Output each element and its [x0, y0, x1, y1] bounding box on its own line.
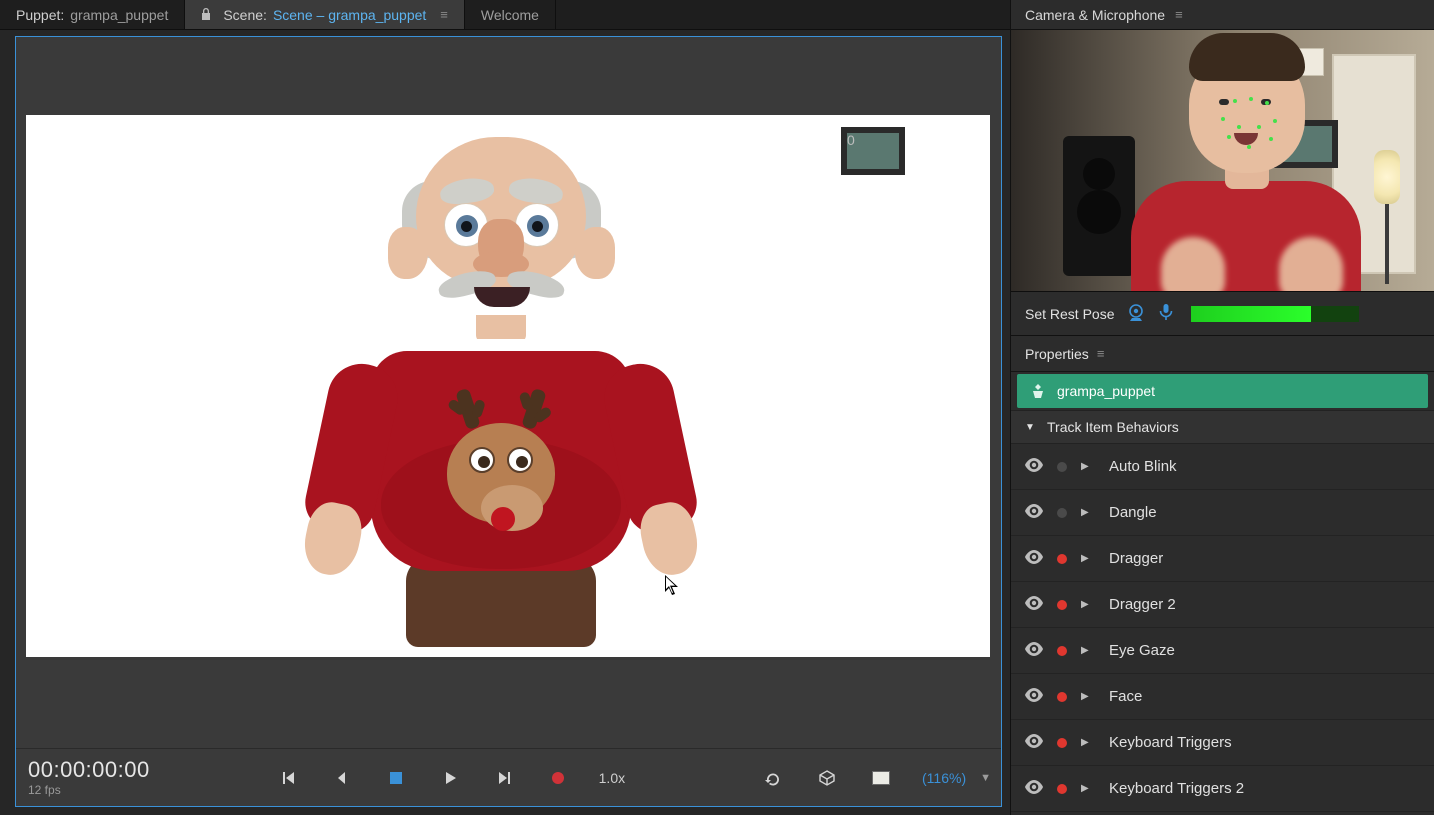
loop-button[interactable] — [750, 762, 796, 794]
triangle-right-icon[interactable]: ▶ — [1081, 507, 1091, 518]
tab-scene[interactable]: Scene: Scene – grampa_puppet ≡ — [185, 0, 465, 29]
tab-bar: Puppet: grampa_puppet Scene: Scene – gra… — [0, 0, 1010, 30]
puppet-icon — [1031, 384, 1045, 398]
step-back-button[interactable] — [319, 762, 365, 794]
chevron-down-icon[interactable]: ▼ — [980, 772, 991, 784]
side-column: Camera & Microphone ≡ Set Rest Pose — [1010, 0, 1434, 815]
hamburger-icon[interactable]: ≡ — [1097, 346, 1105, 361]
arm-record-toggle[interactable] — [1057, 462, 1067, 472]
transport-bar: 00:00:00:00 0 12 fps 1.0x — [16, 748, 1001, 806]
camera-feed[interactable] — [1011, 30, 1434, 292]
behavior-row[interactable]: ▶ Dragger — [1011, 536, 1434, 582]
behavior-list: ▶ Auto Blink ▶ Dangle ▶ Dragger ▶ Dragger 2 ▶ Eye… — [1011, 444, 1434, 812]
tab-puppet-name: grampa_puppet — [70, 7, 168, 23]
tab-puppet-prefix: Puppet: — [16, 7, 64, 23]
behavior-row[interactable]: ▶ Dragger 2 — [1011, 582, 1434, 628]
visibility-icon[interactable] — [1025, 550, 1043, 567]
go-to-start-button[interactable] — [265, 762, 311, 794]
playback-speed[interactable]: 1.0x — [589, 770, 635, 786]
main-column: Puppet: grampa_puppet Scene: Scene – gra… — [0, 0, 1010, 815]
zoom-level[interactable]: (116%) — [922, 770, 966, 786]
arm-record-toggle[interactable] — [1057, 646, 1067, 656]
visibility-icon[interactable] — [1025, 734, 1043, 751]
camera-person — [1131, 51, 1361, 292]
triangle-right-icon[interactable]: ▶ — [1081, 645, 1091, 656]
timecode-block[interactable]: 00:00:00:00 0 12 fps — [26, 759, 150, 797]
behaviors-section-title: Track Item Behaviors — [1047, 419, 1179, 435]
triangle-right-icon[interactable]: ▶ — [1081, 599, 1091, 610]
triangle-right-icon[interactable]: ▶ — [1081, 461, 1091, 472]
arm-record-toggle[interactable] — [1057, 692, 1067, 702]
behaviors-section-header[interactable]: ▼ Track Item Behaviors — [1011, 410, 1434, 444]
arm-record-toggle[interactable] — [1057, 554, 1067, 564]
triangle-down-icon: ▼ — [1025, 422, 1037, 433]
lock-icon — [201, 7, 217, 23]
behavior-name: Auto Blink — [1109, 458, 1177, 475]
camera-panel-title: Camera & Microphone — [1025, 7, 1165, 23]
properties-panel-header: Properties ≡ — [1011, 336, 1434, 372]
step-forward-button[interactable] — [481, 762, 527, 794]
arm-record-toggle[interactable] — [1057, 784, 1067, 794]
scene-canvas[interactable] — [26, 115, 990, 657]
tab-puppet[interactable]: Puppet: grampa_puppet — [0, 0, 185, 29]
visibility-icon[interactable] — [1025, 642, 1043, 659]
selected-puppet-row[interactable]: grampa_puppet — [1017, 374, 1428, 408]
timecode: 00:00:00:00 — [28, 757, 150, 782]
arm-record-toggle[interactable] — [1057, 508, 1067, 518]
arm-record-toggle[interactable] — [1057, 738, 1067, 748]
behavior-row[interactable]: ▶ Face — [1011, 674, 1434, 720]
triangle-right-icon[interactable]: ▶ — [1081, 553, 1091, 564]
scene-viewport: 00:00:00:00 0 12 fps 1.0x — [15, 36, 1002, 807]
tab-scene-name: Scene – grampa_puppet — [273, 7, 426, 23]
bg-color-button[interactable] — [858, 762, 904, 794]
hamburger-icon[interactable]: ≡ — [440, 7, 448, 22]
fps-label: 12 fps — [28, 783, 150, 797]
behavior-row[interactable]: ▶ Keyboard Triggers 2 — [1011, 766, 1434, 812]
behavior-name: Face — [1109, 688, 1142, 705]
visibility-icon[interactable] — [1025, 688, 1043, 705]
visibility-icon[interactable] — [1025, 780, 1043, 797]
puppet-grampa — [326, 131, 676, 647]
visibility-icon[interactable] — [1025, 504, 1043, 521]
timecode-frame: 0 — [841, 127, 905, 175]
play-button[interactable] — [427, 762, 473, 794]
camera-panel-header: Camera & Microphone ≡ — [1011, 0, 1434, 30]
mesh-view-button[interactable] — [804, 762, 850, 794]
tab-welcome[interactable]: Welcome — [465, 0, 556, 29]
visibility-icon[interactable] — [1025, 458, 1043, 475]
triangle-right-icon[interactable]: ▶ — [1081, 783, 1091, 794]
selected-puppet-name: grampa_puppet — [1057, 383, 1155, 399]
visibility-icon[interactable] — [1025, 596, 1043, 613]
tab-scene-prefix: Scene: — [223, 7, 267, 23]
properties-title: Properties — [1025, 346, 1089, 362]
behavior-row[interactable]: ▶ Eye Gaze — [1011, 628, 1434, 674]
camera-toolbar: Set Rest Pose — [1011, 292, 1434, 336]
triangle-right-icon[interactable]: ▶ — [1081, 737, 1091, 748]
tab-welcome-label: Welcome — [481, 7, 539, 23]
stop-button[interactable] — [373, 762, 419, 794]
triangle-right-icon[interactable]: ▶ — [1081, 691, 1091, 702]
behavior-name: Keyboard Triggers 2 — [1109, 780, 1244, 797]
behavior-row[interactable]: ▶ Dangle — [1011, 490, 1434, 536]
behavior-name: Dragger 2 — [1109, 596, 1176, 613]
webcam-icon[interactable] — [1127, 303, 1145, 324]
behavior-row[interactable]: ▶ Keyboard Triggers — [1011, 720, 1434, 766]
mic-level-meter — [1191, 306, 1359, 322]
behavior-name: Dangle — [1109, 504, 1157, 521]
set-rest-pose-button[interactable]: Set Rest Pose — [1025, 306, 1115, 322]
behavior-row[interactable]: ▶ Auto Blink — [1011, 444, 1434, 490]
face-track-overlay-icon — [1221, 81, 1281, 151]
record-button[interactable] — [535, 762, 581, 794]
microphone-icon[interactable] — [1157, 303, 1175, 324]
behavior-name: Dragger — [1109, 550, 1163, 567]
behavior-name: Eye Gaze — [1109, 642, 1175, 659]
behavior-name: Keyboard Triggers — [1109, 734, 1232, 751]
arm-record-toggle[interactable] — [1057, 600, 1067, 610]
hamburger-icon[interactable]: ≡ — [1175, 7, 1183, 22]
